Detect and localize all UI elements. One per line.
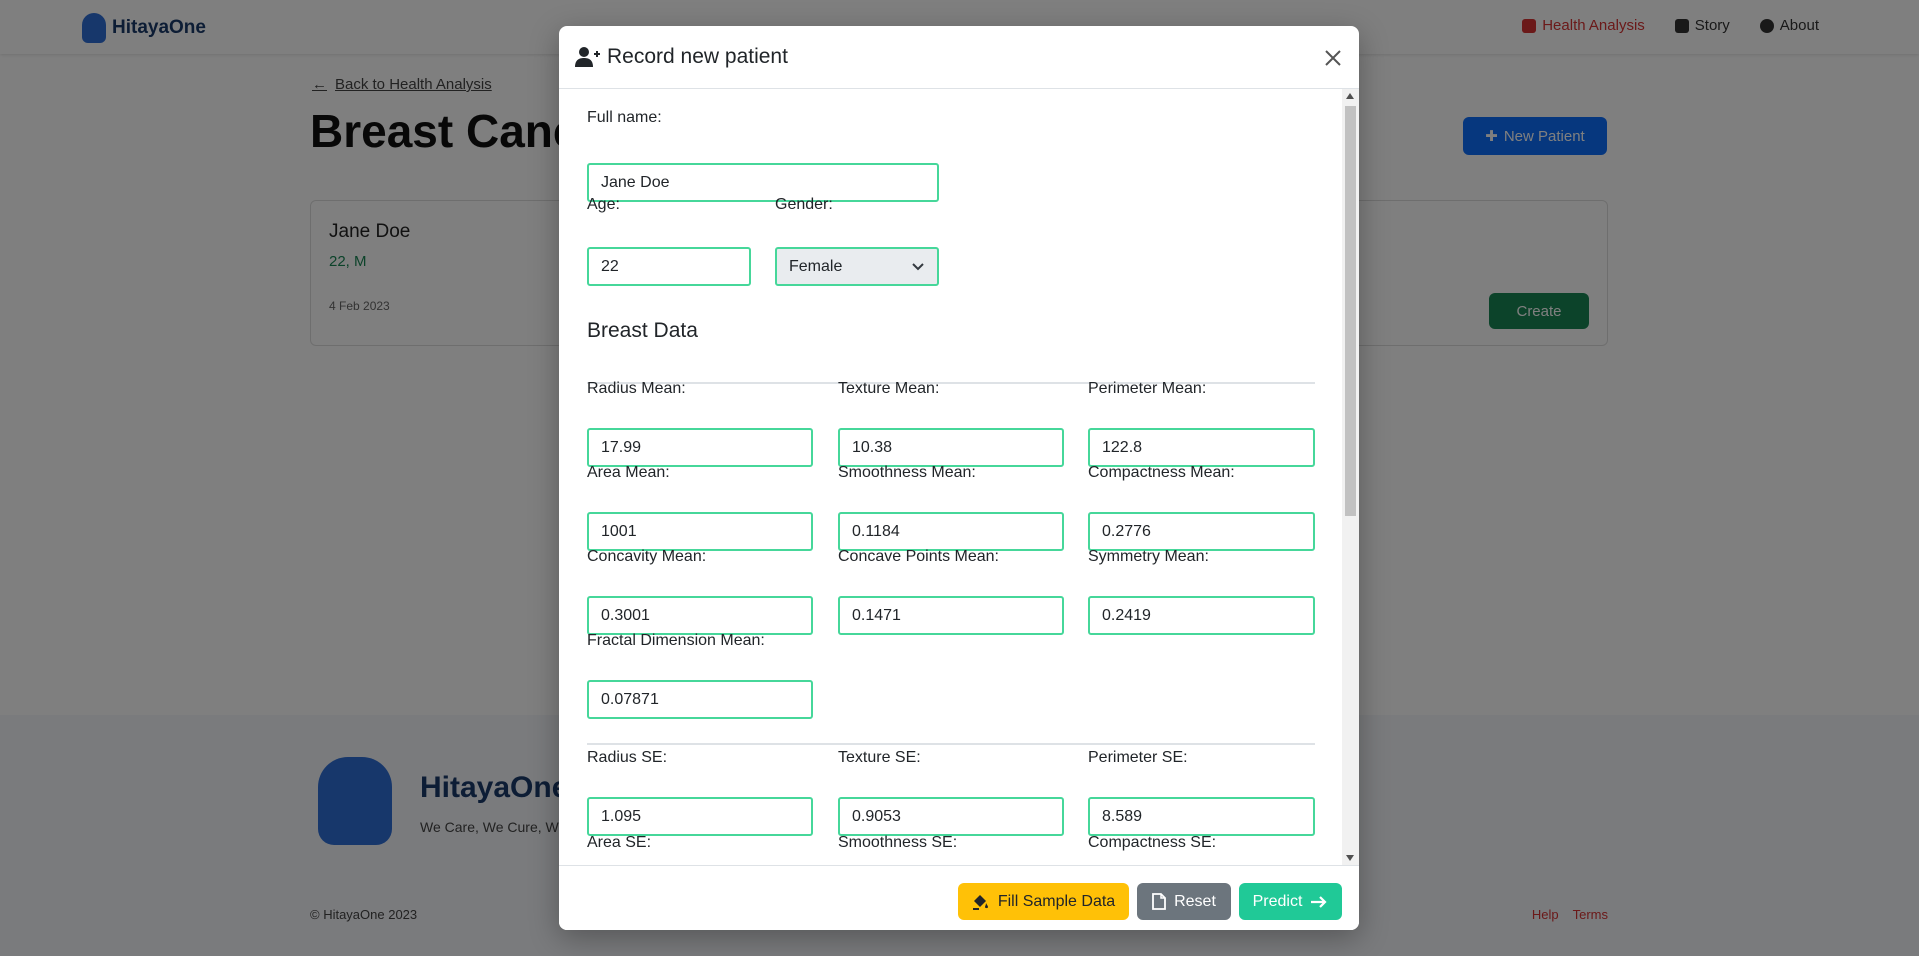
symmetry-mean-input[interactable] bbox=[1088, 596, 1315, 635]
scroll-thumb[interactable] bbox=[1345, 106, 1356, 516]
perimeter-mean-label: Perimeter Mean: bbox=[1088, 380, 1207, 397]
full-name-input[interactable] bbox=[587, 163, 939, 202]
age-input[interactable] bbox=[587, 247, 751, 286]
perimeter-se-label: Perimeter SE: bbox=[1088, 749, 1188, 766]
perimeter-mean-input[interactable] bbox=[1088, 428, 1315, 467]
gender-label: Gender: bbox=[775, 196, 833, 213]
radius-se-label: Radius SE: bbox=[587, 749, 668, 766]
arrow-right-icon bbox=[1311, 895, 1327, 908]
modal-title-text: Record new patient bbox=[607, 45, 788, 68]
radius-mean-input[interactable] bbox=[587, 428, 813, 467]
concavity-mean-label: Concavity Mean: bbox=[587, 548, 707, 565]
section-title-breast-data: Breast Data bbox=[587, 319, 698, 342]
reset-button[interactable]: Reset bbox=[1137, 883, 1231, 920]
close-icon bbox=[1325, 50, 1341, 66]
chevron-down-icon bbox=[912, 262, 924, 270]
concave-points-mean-input[interactable] bbox=[838, 596, 1064, 635]
divider bbox=[587, 743, 1315, 745]
record-patient-modal: Record new patient Full name: Age: Gende… bbox=[559, 26, 1359, 930]
age-label: Age: bbox=[587, 196, 620, 213]
reset-label: Reset bbox=[1174, 892, 1216, 910]
user-plus-icon bbox=[575, 47, 600, 67]
fractal-dimension-mean-label: Fractal Dimension Mean: bbox=[587, 632, 765, 649]
predict-button[interactable]: Predict bbox=[1239, 883, 1342, 920]
texture-se-input[interactable] bbox=[838, 797, 1064, 836]
concavity-mean-input[interactable] bbox=[587, 596, 813, 635]
modal-header: Record new patient bbox=[559, 26, 1359, 89]
fractal-dimension-mean-input[interactable] bbox=[587, 680, 813, 719]
smoothness-mean-input[interactable] bbox=[838, 512, 1064, 551]
gender-selected-value: Female bbox=[789, 257, 843, 275]
modal-footer: Fill Sample Data Reset Predict bbox=[559, 865, 1359, 930]
compactness-mean-label: Compactness Mean: bbox=[1088, 464, 1235, 481]
scrollbar[interactable] bbox=[1342, 89, 1359, 865]
gender-select[interactable]: Female bbox=[775, 247, 939, 286]
area-se-label: Area SE: bbox=[587, 834, 652, 851]
fill-sample-data-button[interactable]: Fill Sample Data bbox=[958, 883, 1129, 920]
area-mean-input[interactable] bbox=[587, 512, 813, 551]
concave-points-mean-label: Concave Points Mean: bbox=[838, 548, 999, 565]
symmetry-mean-label: Symmetry Mean: bbox=[1088, 548, 1209, 565]
fill-sample-data-label: Fill Sample Data bbox=[997, 892, 1116, 910]
compactness-mean-input[interactable] bbox=[1088, 512, 1315, 551]
predict-label: Predict bbox=[1252, 892, 1303, 910]
area-mean-label: Area Mean: bbox=[587, 464, 670, 481]
radius-mean-label: Radius Mean: bbox=[587, 380, 686, 397]
modal-title: Record new patient bbox=[575, 45, 788, 69]
radius-se-input[interactable] bbox=[587, 797, 813, 836]
smoothness-se-label: Smoothness SE: bbox=[838, 834, 958, 851]
texture-mean-label: Texture Mean: bbox=[838, 380, 940, 397]
scroll-up-arrow-icon[interactable] bbox=[1346, 93, 1354, 99]
texture-mean-input[interactable] bbox=[838, 428, 1064, 467]
modal-body[interactable]: Full name: Age: Gender: Female Breast Da… bbox=[559, 89, 1359, 865]
compactness-se-label: Compactness SE: bbox=[1088, 834, 1217, 851]
paint-bucket-icon bbox=[972, 894, 988, 910]
scroll-down-arrow-icon[interactable] bbox=[1346, 855, 1354, 861]
perimeter-se-input[interactable] bbox=[1088, 797, 1315, 836]
close-button[interactable] bbox=[1321, 46, 1345, 70]
file-icon bbox=[1152, 893, 1166, 910]
full-name-label: Full name: bbox=[587, 109, 662, 126]
smoothness-mean-label: Smoothness Mean: bbox=[838, 464, 976, 481]
texture-se-label: Texture SE: bbox=[838, 749, 921, 766]
